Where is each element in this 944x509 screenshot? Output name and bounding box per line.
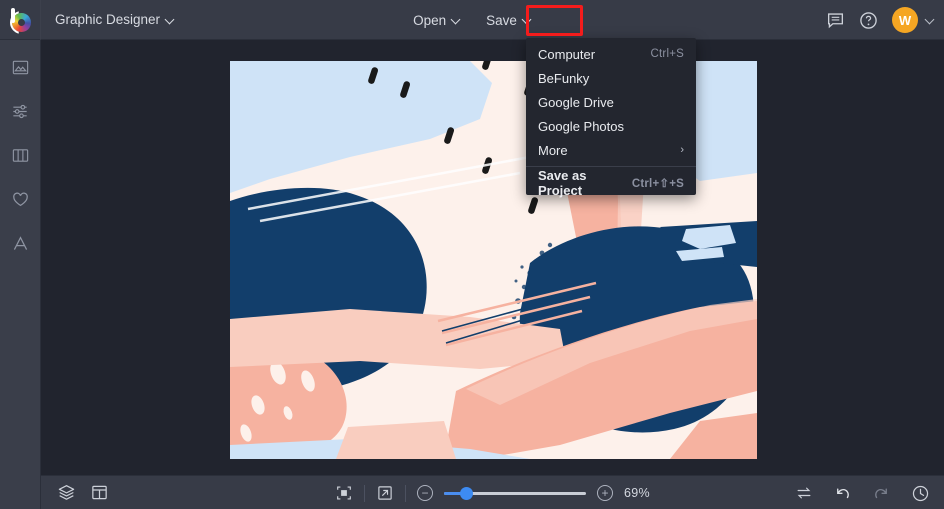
top-toolbar: Graphic Designer xyxy=(0,0,944,40)
left-sidebar xyxy=(0,40,41,509)
save-button[interactable]: Save xyxy=(475,7,542,33)
menu-item-save-as-project[interactable]: Save as Project Ctrl+⇧+S xyxy=(526,168,696,198)
zoom-in-button[interactable]: + xyxy=(597,485,614,501)
layout-panel-icon[interactable] xyxy=(90,483,109,502)
open-button[interactable]: Open xyxy=(402,7,471,33)
layers-icon[interactable] xyxy=(57,483,76,502)
zoom-level-value: 69% xyxy=(624,486,650,500)
bottom-toolbar-left-group xyxy=(41,483,109,502)
chevron-down-icon xyxy=(452,16,460,24)
redo-arrow-icon[interactable] xyxy=(872,484,891,503)
befunky-editor-window: Graphic Designer Open Save W Computer Ct… xyxy=(0,0,944,509)
zoom-in-label: + xyxy=(601,486,609,500)
toolbar-divider xyxy=(405,484,407,502)
menu-item-google-photos[interactable]: Google Photos xyxy=(526,114,696,138)
toolbar-divider xyxy=(364,484,366,502)
image-icon xyxy=(11,58,30,82)
open-button-label: Open xyxy=(413,12,447,28)
zoom-slider-handle[interactable] xyxy=(460,487,474,500)
save-dropdown-menu: Computer Ctrl+S BeFunky Google Drive Goo… xyxy=(526,38,696,198)
sidebar-item-favorites[interactable] xyxy=(0,185,41,218)
zoom-out-button[interactable]: − xyxy=(417,485,434,501)
compare-swap-icon[interactable] xyxy=(795,484,813,502)
menu-item-label: Save as Project xyxy=(538,168,587,198)
mode-selector-button[interactable]: Graphic Designer xyxy=(40,0,188,40)
top-toolbar-right-group: W xyxy=(826,0,934,40)
chat-bubble-icon[interactable] xyxy=(826,11,845,30)
menu-item-label: Google Drive xyxy=(538,94,614,110)
avatar[interactable]: W xyxy=(892,7,918,33)
text-a-icon xyxy=(11,234,30,258)
fit-to-screen-icon[interactable] xyxy=(335,484,353,502)
mode-selector-label: Graphic Designer xyxy=(55,12,161,27)
zoom-out-label: − xyxy=(421,486,429,500)
menu-item-computer[interactable]: Computer Ctrl+S xyxy=(526,42,696,66)
sidebar-item-adjust[interactable] xyxy=(0,97,41,130)
bottom-toolbar-right-group xyxy=(795,476,930,509)
menu-item-google-drive[interactable]: Google Drive xyxy=(526,90,696,114)
menu-item-label: More xyxy=(538,142,568,158)
zoom-slider[interactable] xyxy=(444,486,587,500)
chevron-down-icon xyxy=(166,16,174,24)
columns-icon xyxy=(11,146,30,170)
menu-item-label: BeFunky xyxy=(538,70,590,86)
sidebar-item-text[interactable] xyxy=(0,229,41,262)
save-button-label: Save xyxy=(486,12,517,28)
help-circle-icon[interactable] xyxy=(859,11,878,30)
history-clock-icon[interactable] xyxy=(911,484,930,503)
menu-item-befunky[interactable]: BeFunky xyxy=(526,66,696,90)
menu-item-label: Computer xyxy=(538,46,596,62)
sliders-icon xyxy=(11,102,30,126)
menu-item-more[interactable]: More › xyxy=(526,138,696,162)
expand-arrow-icon[interactable] xyxy=(376,484,394,502)
sidebar-item-templates[interactable] xyxy=(0,141,41,174)
menu-item-shortcut: Ctrl+⇧+S xyxy=(631,178,684,190)
chevron-right-icon: › xyxy=(680,144,684,156)
undo-arrow-icon[interactable] xyxy=(833,484,852,503)
editor-workspace[interactable] xyxy=(41,40,944,475)
menu-item-label: Google Photos xyxy=(538,118,625,134)
avatar-initial: W xyxy=(898,12,912,28)
bottom-toolbar: − + 69% xyxy=(41,475,944,509)
menu-divider xyxy=(526,166,696,167)
menu-item-shortcut: Ctrl+S xyxy=(650,48,684,60)
befunky-logo[interactable] xyxy=(0,0,40,40)
sidebar-item-image[interactable] xyxy=(0,53,41,86)
chevron-down-icon[interactable] xyxy=(926,16,934,24)
chevron-down-icon xyxy=(523,16,531,24)
heart-icon xyxy=(11,190,30,214)
